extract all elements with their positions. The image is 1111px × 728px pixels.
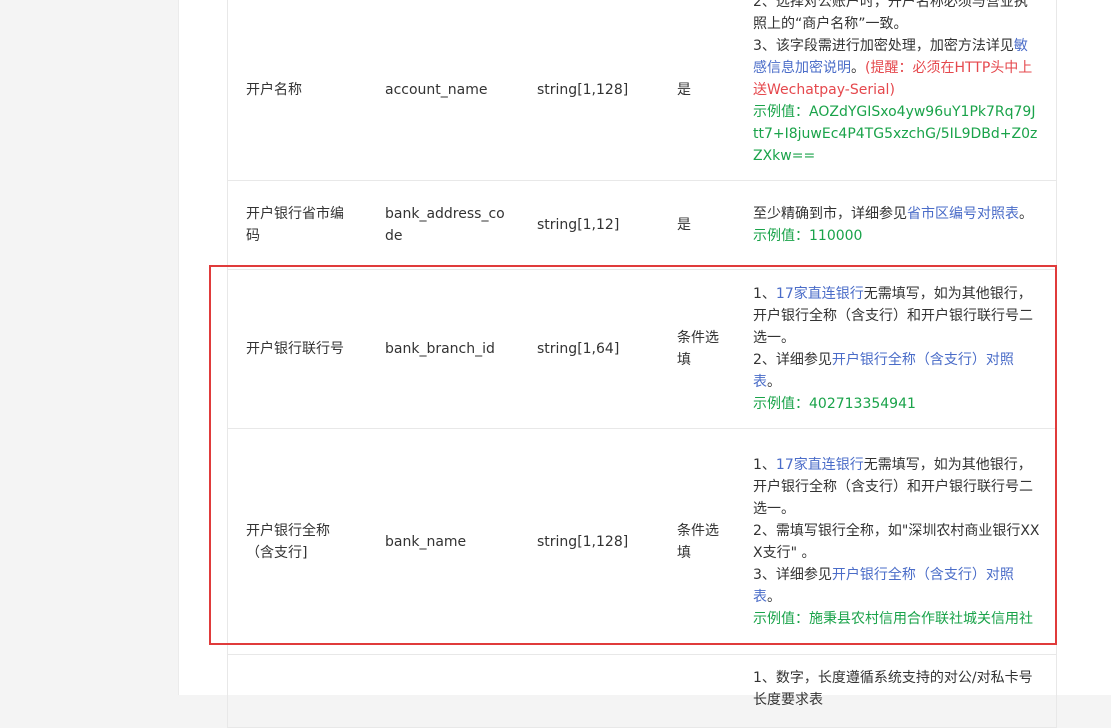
param-description: 1、17家直连银行无需填写，如为其他银行，开户银行全称（含支行）和开户银行联行号… (741, 428, 1056, 655)
example-value: 示例值：施秉县农村信用合作联社城关信用社 (753, 610, 1033, 627)
direct-banks-link[interactable]: 17家直连银行 (776, 457, 864, 473)
region-code-table-link[interactable]: 省市区编号对照表 (907, 206, 1019, 222)
param-key: bank_address_code (367, 180, 519, 270)
direct-banks-link[interactable]: 17家直连银行 (776, 286, 864, 302)
param-required: 条件选填 (659, 428, 741, 655)
param-name: 开户名称 (228, 0, 367, 181)
params-table-body: 开户名称 account_name string[1,128] 是 2、选择对公… (228, 0, 1056, 728)
param-key: bank_branch_id (367, 269, 519, 429)
param-key: account_name (367, 0, 519, 181)
table-row: 开户银行联行号 bank_branch_id string[1,64] 条件选填… (228, 269, 1056, 429)
table-row: 1、数字，长度遵循系统支持的对公/对私卡号长度要求表 (228, 654, 1056, 728)
params-table: 开户名称 account_name string[1,128] 是 2、选择对公… (227, 0, 1057, 728)
param-key: bank_name (367, 428, 519, 655)
param-required: 是 (659, 0, 741, 181)
desc-line: 2、需填写银行全称，如"深圳农村商业银行XXX支行" 。 (753, 522, 1040, 561)
param-name: 开户银行省市编码 (228, 180, 367, 270)
param-required: 是 (659, 180, 741, 270)
param-type: string[1,12] (519, 180, 659, 270)
desc-line: 1、数字，长度遵循系统支持的对公/对私卡号长度要求表 (753, 670, 1033, 708)
example-value: 示例值：110000 (753, 228, 863, 244)
param-type: string[1,128] (519, 428, 659, 655)
example-value: 示例值：402713354941 (753, 396, 916, 412)
param-type: string[1,128] (519, 0, 659, 181)
desc-line: 至少精确到市，详细参见省市区编号对照表。 (753, 206, 1033, 222)
desc-line: 3、详细参见开户银行全称（含支行）对照表。 (753, 566, 1014, 605)
param-description: 1、17家直连银行无需填写，如为其他银行，开户银行全称（含支行）和开户银行联行号… (741, 269, 1056, 429)
param-description: 1、数字，长度遵循系统支持的对公/对私卡号长度要求表 (741, 654, 1056, 728)
example-value: 示例值：AOZdYGISxo4yw96uY1Pk7Rq79Jtt7+I8juwE… (753, 104, 1038, 164)
table-row: 开户名称 account_name string[1,128] 是 2、选择对公… (228, 0, 1056, 181)
desc-line: 3、该字段需进行加密处理，加密方法详见敏感信息加密说明。(提醒：必须在HTTP头… (753, 38, 1033, 98)
param-required: 条件选填 (659, 269, 741, 429)
param-type: string[1,64] (519, 269, 659, 429)
param-name: 开户银行全称（含支行] (228, 428, 367, 655)
desc-line: 2、选择对公账户时，开户名称必须与营业执照上的“商户名称”一致。 (753, 0, 1028, 32)
table-row: 开户银行省市编码 bank_address_code string[1,12] … (228, 180, 1056, 270)
desc-line: 2、详细参见开户银行全称（含支行）对照表。 (753, 352, 1014, 390)
desc-line: 1、17家直连银行无需填写，如为其他银行，开户银行全称（含支行）和开户银行联行号… (753, 286, 1033, 346)
desc-line: 1、17家直连银行无需填写，如为其他银行，开户银行全称（含支行）和开户银行联行号… (753, 456, 1033, 517)
param-description: 至少精确到市，详细参见省市区编号对照表。 示例值：110000 (741, 180, 1056, 270)
table-row: 开户银行全称（含支行] bank_name string[1,128] 条件选填… (228, 428, 1056, 655)
param-description: 2、选择对公账户时，开户名称必须与营业执照上的“商户名称”一致。 3、该字段需进… (741, 0, 1056, 181)
param-name: 开户银行联行号 (228, 269, 367, 429)
